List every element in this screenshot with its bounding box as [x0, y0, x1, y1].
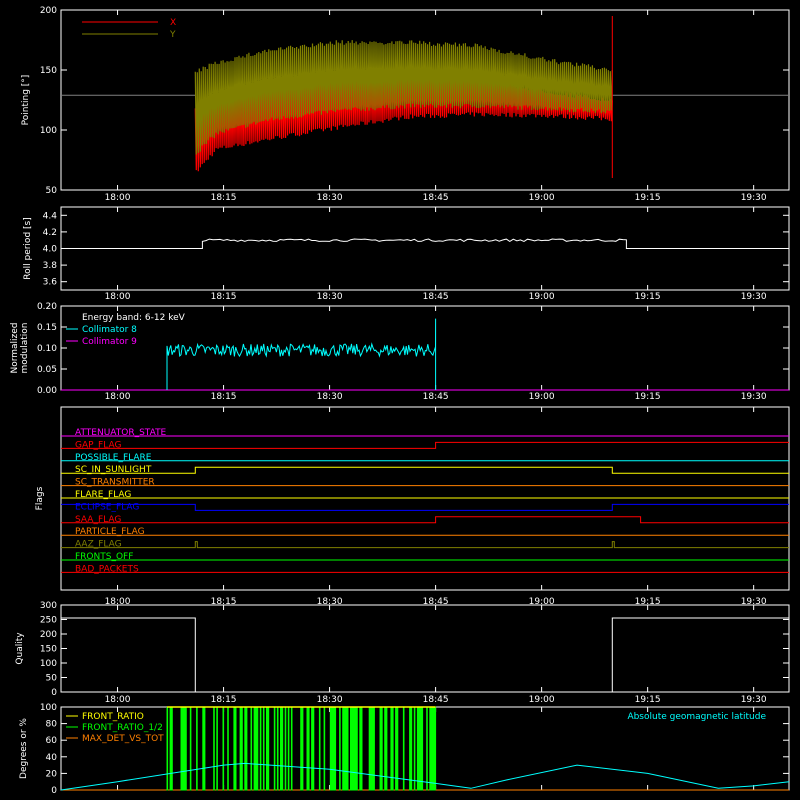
energy-band-annotation: Energy band: 6-12 keV: [82, 313, 186, 323]
x-tick-label: 18:15: [211, 392, 237, 402]
y-axis-label: Roll period [s]: [23, 217, 33, 279]
legend-label-collimator: Collimator 8: [82, 325, 137, 335]
y-tick-label: 0.10: [37, 344, 57, 354]
y-tick-label: 50: [46, 186, 58, 196]
panel-6: 0 20 40 60 80 100 Degrees or % FRONT_RATIOFRONT…: [19, 703, 790, 796]
x-tick-label: 19:30: [741, 292, 767, 302]
y-tick-label: 300: [40, 601, 57, 611]
flag-aaz-flag-label: AAZ_FLAG: [75, 540, 122, 550]
y-tick-label: 0.20: [37, 302, 57, 312]
roll-period-line: [61, 238, 789, 249]
y-tick-label: 200: [40, 6, 57, 16]
legend-label-collimator: Collimator 9: [82, 337, 137, 347]
y-tick-label: 20: [46, 769, 58, 779]
flag-saa-flag-line: [61, 516, 789, 524]
y-axis-label: modulation: [20, 323, 30, 374]
flag-flare-flag-label: FLARE_FLAG: [75, 490, 131, 500]
x-tick-label: 18:45: [423, 695, 449, 705]
flag-eclipse-flag-label: ECLIPSE_FLAG: [75, 502, 139, 512]
x-tick-label: 18:15: [211, 292, 237, 302]
y-tick-label: 100: [40, 659, 57, 669]
flag-sc-in-sunlight-label: SC_IN_SUNLIGHT: [75, 465, 152, 475]
legend-label-y: Y: [169, 30, 176, 40]
x-tick-label: 18:00: [105, 292, 131, 302]
y-tick-label: 60: [46, 736, 58, 746]
x-tick-label: 18:15: [211, 695, 237, 705]
x-tick-label: 19:00: [529, 193, 555, 203]
collimator-8-line: [166, 318, 437, 390]
x-tick-label: 18:30: [317, 292, 343, 302]
legend-label-ratio: MAX_DET_VS_TOT: [82, 734, 164, 744]
x-tick-label: 19:15: [635, 695, 661, 705]
x-tick-label: 19:15: [635, 193, 661, 203]
legend-label-x: X: [170, 18, 176, 28]
flag-fronts-off-label: FRONTS_OFF: [75, 552, 133, 562]
flag-attenuator-state-label: ATTENUATOR_STATE: [75, 428, 167, 438]
flag-sc-in-sunlight-line: [61, 466, 789, 474]
x-tick-label: 18:15: [211, 193, 237, 203]
y-tick-label: 100: [40, 703, 57, 713]
flag-bad-packets-label: BAD_PACKETS: [75, 564, 139, 574]
flag-possible-flare-label: POSSIBLE_FLARE: [75, 453, 152, 463]
panel-5: 18:00 18:15 18:30 18:45 19:00 19:15 19:30 0 50 10…: [15, 601, 790, 705]
y-tick-label: 100: [40, 126, 57, 136]
x-tick-label: 18:30: [317, 193, 343, 203]
flag-saa-flag-label: SAA_FLAG: [75, 515, 121, 525]
y-tick-label: 0: [51, 688, 57, 698]
x-tick-label: 19:30: [741, 392, 767, 402]
y-axis-label: Degrees or %: [19, 718, 29, 779]
x-tick-label: 18:00: [105, 695, 131, 705]
y-tick-label: 4.0: [43, 245, 58, 255]
y-tick-label: 0.00: [37, 386, 57, 396]
x-tick-label: 18:00: [105, 392, 131, 402]
x-tick-label: 19:30: [741, 695, 767, 705]
y-tick-label: 4.4: [43, 211, 58, 221]
y-tick-label: 0: [51, 786, 57, 796]
legend-label-ratio: FRONT_RATIO_1/2: [82, 723, 163, 733]
quality-line: [61, 617, 789, 693]
y-tick-label: 50: [46, 674, 58, 684]
panel-1: 18:00 18:15 18:30 18:45 19:00 19:15 19:30 50 100…: [21, 6, 790, 203]
y-tick-label: 3.6: [43, 278, 58, 288]
y-tick-label: 40: [46, 753, 58, 763]
y-tick-label: 0.05: [37, 365, 57, 375]
flag-aaz-flag-line: [61, 541, 789, 549]
flag-gap-flag-label: GAP_FLAG: [75, 440, 121, 450]
x-tick-label: 18:30: [317, 392, 343, 402]
y-tick-label: 80: [46, 720, 58, 730]
x-tick-label: 19:00: [529, 392, 555, 402]
x-tick-label: 18:30: [317, 695, 343, 705]
x-tick-label: 18:45: [423, 193, 449, 203]
x-tick-label: 19:15: [635, 392, 661, 402]
legend-label-ratio: FRONT_RATIO: [82, 712, 144, 722]
y-tick-label: 150: [40, 645, 57, 655]
y-axis-label: Quality: [15, 632, 25, 665]
latitude-annotation: Absolute geomagnetic latitude: [627, 712, 766, 722]
y-tick-label: 3.8: [43, 261, 58, 271]
panel-3: 18:00 18:15 18:30 18:45 19:00 19:15 19:30 0.00 0…: [10, 302, 790, 402]
flag-sc-transmitter-label: SC_TRANSMITTER: [75, 478, 155, 488]
y-tick-label: 0.15: [37, 323, 57, 333]
x-tick-label: 19:15: [635, 292, 661, 302]
rhessi-quicklook-figure: 18:00 18:15 18:30 18:45 19:00 19:15 19:30 50 100…: [10, 6, 790, 796]
panel-4: 18:00 18:15 18:30 18:45 19:00 19:15 19:30Flags…: [35, 406, 790, 607]
x-tick-label: 19:00: [529, 292, 555, 302]
x-tick-label: 19:30: [741, 193, 767, 203]
x-tick-label: 18:00: [105, 193, 131, 203]
x-tick-label: 18:45: [423, 292, 449, 302]
y-axis-label: Pointing [°]: [21, 75, 31, 126]
y-tick-label: 200: [40, 630, 57, 640]
y-axis-label: Normalized: [10, 322, 20, 373]
x-tick-label: 18:45: [423, 392, 449, 402]
y-tick-label: 4.2: [43, 228, 57, 238]
flag-gap-flag-line: [61, 441, 789, 449]
panel-2: 18:00 18:15 18:30 18:45 19:00 19:15 19:30 3.6 3.…: [23, 206, 790, 302]
y-axis-label: Flags: [35, 486, 45, 510]
y-tick-label: 250: [40, 616, 57, 626]
flag-eclipse-flag-line: [61, 503, 789, 511]
y-tick-label: 150: [40, 66, 57, 76]
x-tick-label: 19:00: [529, 695, 555, 705]
flag-particle-flag-label: PARTICLE_FLAG: [75, 527, 145, 537]
